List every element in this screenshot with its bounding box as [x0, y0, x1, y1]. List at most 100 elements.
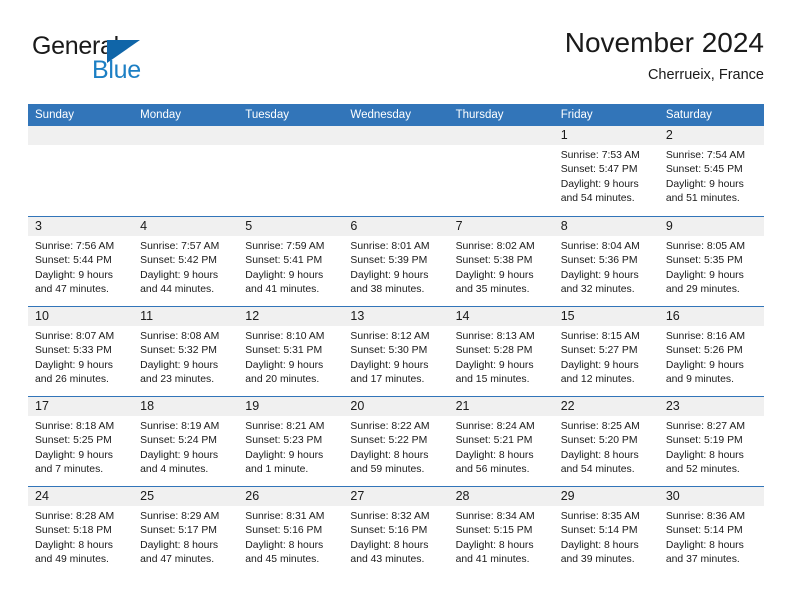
- day-details: Sunrise: 8:13 AM Sunset: 5:28 PM Dayligh…: [455, 331, 535, 386]
- day-details: Sunrise: 8:28 AM Sunset: 5:18 PM Dayligh…: [35, 511, 115, 566]
- day-number: 28: [455, 489, 470, 503]
- day-details: Sunrise: 7:56 AM Sunset: 5:44 PM Dayligh…: [35, 241, 115, 296]
- day-number: 21: [455, 399, 470, 413]
- day-details: Sunrise: 8:25 AM Sunset: 5:20 PM Dayligh…: [560, 421, 640, 476]
- day-cell: 12 Sunrise: 8:10 AM Sunset: 5:31 PM Dayli…: [238, 307, 344, 396]
- day-cell: 7 Sunrise: 8:02 AM Sunset: 5:38 PM Daylig…: [448, 217, 554, 306]
- day-number: 16: [665, 309, 680, 323]
- logo-text-blue: Blue: [92, 56, 141, 84]
- day-number: 25: [140, 489, 155, 503]
- general-blue-logo: General Blue: [32, 32, 212, 90]
- week-row: 3 Sunrise: 7:56 AM Sunset: 5:44 PM Daylig…: [28, 216, 764, 306]
- weekday-header-saturday: Saturday: [665, 109, 712, 121]
- weekday-header-row: Sunday Monday Tuesday Wednesday Thursday…: [28, 104, 764, 126]
- day-details: Sunrise: 8:12 AM Sunset: 5:30 PM Dayligh…: [350, 331, 430, 386]
- day-cell: 2 Sunrise: 7:54 AM Sunset: 5:45 PM Daylig…: [658, 126, 764, 216]
- day-cell: 9 Sunrise: 8:05 AM Sunset: 5:35 PM Daylig…: [658, 217, 764, 306]
- day-cell: 10 Sunrise: 8:07 AM Sunset: 5:33 PM Dayli…: [28, 307, 134, 396]
- page-subtitle: Cherrueix, France: [647, 67, 764, 83]
- day-number: 24: [35, 489, 49, 503]
- day-cell: 15 Sunrise: 8:15 AM Sunset: 5:27 PM Dayli…: [553, 307, 659, 396]
- day-details: Sunrise: 8:02 AM Sunset: 5:38 PM Dayligh…: [455, 241, 535, 296]
- day-cell: [28, 126, 134, 216]
- day-details: [133, 145, 238, 149]
- day-details: Sunrise: 8:31 AM Sunset: 5:16 PM Dayligh…: [245, 511, 325, 566]
- day-number: 27: [350, 489, 365, 503]
- day-details: Sunrise: 8:07 AM Sunset: 5:33 PM Dayligh…: [35, 331, 115, 386]
- day-details: [343, 145, 448, 149]
- day-number: 9: [665, 219, 673, 233]
- page-title: November 2024: [564, 27, 764, 58]
- day-details: Sunrise: 8:08 AM Sunset: 5:32 PM Dayligh…: [140, 331, 220, 386]
- day-number: 1: [560, 128, 568, 142]
- day-number: 23: [665, 399, 680, 413]
- day-cell: 13 Sunrise: 8:12 AM Sunset: 5:30 PM Dayli…: [343, 307, 449, 396]
- day-cell: 16 Sunrise: 8:16 AM Sunset: 5:26 PM Dayli…: [658, 307, 764, 396]
- day-cell: [133, 126, 239, 216]
- day-cell: 18 Sunrise: 8:19 AM Sunset: 5:24 PM Dayli…: [133, 397, 239, 486]
- calendar-page: General Blue November 2024 Cherrueix, Fr…: [0, 0, 792, 612]
- day-cell: 5 Sunrise: 7:59 AM Sunset: 5:41 PM Daylig…: [238, 217, 344, 306]
- day-number: 17: [35, 399, 49, 413]
- day-details: Sunrise: 8:21 AM Sunset: 5:23 PM Dayligh…: [245, 421, 325, 476]
- day-details: [449, 145, 554, 149]
- day-cell: 11 Sunrise: 8:08 AM Sunset: 5:32 PM Dayli…: [133, 307, 239, 396]
- day-cell: 23 Sunrise: 8:27 AM Sunset: 5:19 PM Dayli…: [658, 397, 764, 486]
- day-number: 26: [245, 489, 260, 503]
- weekday-header-thursday: Thursday: [455, 109, 504, 121]
- day-number: 13: [350, 309, 365, 323]
- week-row: 1 Sunrise: 7:53 AM Sunset: 5:47 PM Daylig…: [28, 126, 764, 216]
- week-row: 17 Sunrise: 8:18 AM Sunset: 5:25 PM Dayli…: [28, 396, 764, 486]
- weekday-header-sunday: Sunday: [35, 109, 75, 121]
- day-cell: 24 Sunrise: 8:28 AM Sunset: 5:18 PM Dayli…: [28, 487, 134, 576]
- day-number: 8: [560, 219, 568, 233]
- weekday-header-friday: Friday: [560, 109, 593, 121]
- day-cell: 20 Sunrise: 8:22 AM Sunset: 5:22 PM Dayli…: [343, 397, 449, 486]
- day-cell: 21 Sunrise: 8:24 AM Sunset: 5:21 PM Dayli…: [448, 397, 554, 486]
- day-number: 14: [455, 309, 470, 323]
- day-number: 18: [140, 399, 155, 413]
- day-details: Sunrise: 8:36 AM Sunset: 5:14 PM Dayligh…: [665, 511, 745, 566]
- title-block: November 2024 Cherrueix, France: [565, 26, 764, 86]
- day-cell: 22 Sunrise: 8:25 AM Sunset: 5:20 PM Dayli…: [553, 397, 659, 486]
- day-details: Sunrise: 8:10 AM Sunset: 5:31 PM Dayligh…: [245, 331, 325, 386]
- week-row: 10 Sunrise: 8:07 AM Sunset: 5:33 PM Dayli…: [28, 306, 764, 396]
- day-number: 22: [560, 399, 575, 413]
- day-number: 20: [350, 399, 365, 413]
- day-cell: 14 Sunrise: 8:13 AM Sunset: 5:28 PM Dayli…: [448, 307, 554, 396]
- day-cell: 17 Sunrise: 8:18 AM Sunset: 5:25 PM Dayli…: [28, 397, 134, 486]
- day-number: 6: [350, 219, 358, 233]
- day-cell: 30 Sunrise: 8:36 AM Sunset: 5:14 PM Dayli…: [658, 487, 764, 576]
- day-details: Sunrise: 8:05 AM Sunset: 5:35 PM Dayligh…: [665, 241, 745, 296]
- day-number: 5: [245, 219, 253, 233]
- day-details: Sunrise: 8:32 AM Sunset: 5:16 PM Dayligh…: [350, 511, 430, 566]
- day-number: 7: [455, 219, 463, 233]
- day-details: Sunrise: 8:04 AM Sunset: 5:36 PM Dayligh…: [560, 241, 640, 296]
- calendar-grid: Sunday Monday Tuesday Wednesday Thursday…: [28, 104, 764, 576]
- day-details: Sunrise: 8:18 AM Sunset: 5:25 PM Dayligh…: [35, 421, 115, 476]
- page-header: General Blue November 2024 Cherrueix, Fr…: [28, 26, 764, 96]
- day-cell: 3 Sunrise: 7:56 AM Sunset: 5:44 PM Daylig…: [28, 217, 134, 306]
- day-number: 11: [140, 309, 154, 323]
- day-cell: [448, 126, 554, 216]
- day-details: [28, 145, 133, 149]
- day-number: 3: [35, 219, 42, 233]
- day-details: Sunrise: 7:59 AM Sunset: 5:41 PM Dayligh…: [245, 241, 325, 296]
- day-cell: 25 Sunrise: 8:29 AM Sunset: 5:17 PM Dayli…: [133, 487, 239, 576]
- day-number: 12: [245, 309, 260, 323]
- day-details: Sunrise: 7:57 AM Sunset: 5:42 PM Dayligh…: [140, 241, 220, 296]
- day-cell: 4 Sunrise: 7:57 AM Sunset: 5:42 PM Daylig…: [133, 217, 239, 306]
- day-cell: [343, 126, 449, 216]
- weekday-header-tuesday: Tuesday: [245, 109, 289, 121]
- day-cell: 27 Sunrise: 8:32 AM Sunset: 5:16 PM Dayli…: [343, 487, 449, 576]
- day-details: [238, 145, 343, 149]
- day-details: Sunrise: 8:35 AM Sunset: 5:14 PM Dayligh…: [560, 511, 640, 566]
- day-number: 2: [665, 128, 673, 142]
- day-cell: 19 Sunrise: 8:21 AM Sunset: 5:23 PM Dayli…: [238, 397, 344, 486]
- day-cell: 28 Sunrise: 8:34 AM Sunset: 5:15 PM Dayli…: [448, 487, 554, 576]
- day-details: Sunrise: 8:15 AM Sunset: 5:27 PM Dayligh…: [560, 331, 640, 386]
- day-cell: 8 Sunrise: 8:04 AM Sunset: 5:36 PM Daylig…: [553, 217, 659, 306]
- day-number: 19: [245, 399, 260, 413]
- day-number: 10: [35, 309, 49, 323]
- day-details: Sunrise: 8:16 AM Sunset: 5:26 PM Dayligh…: [665, 331, 745, 386]
